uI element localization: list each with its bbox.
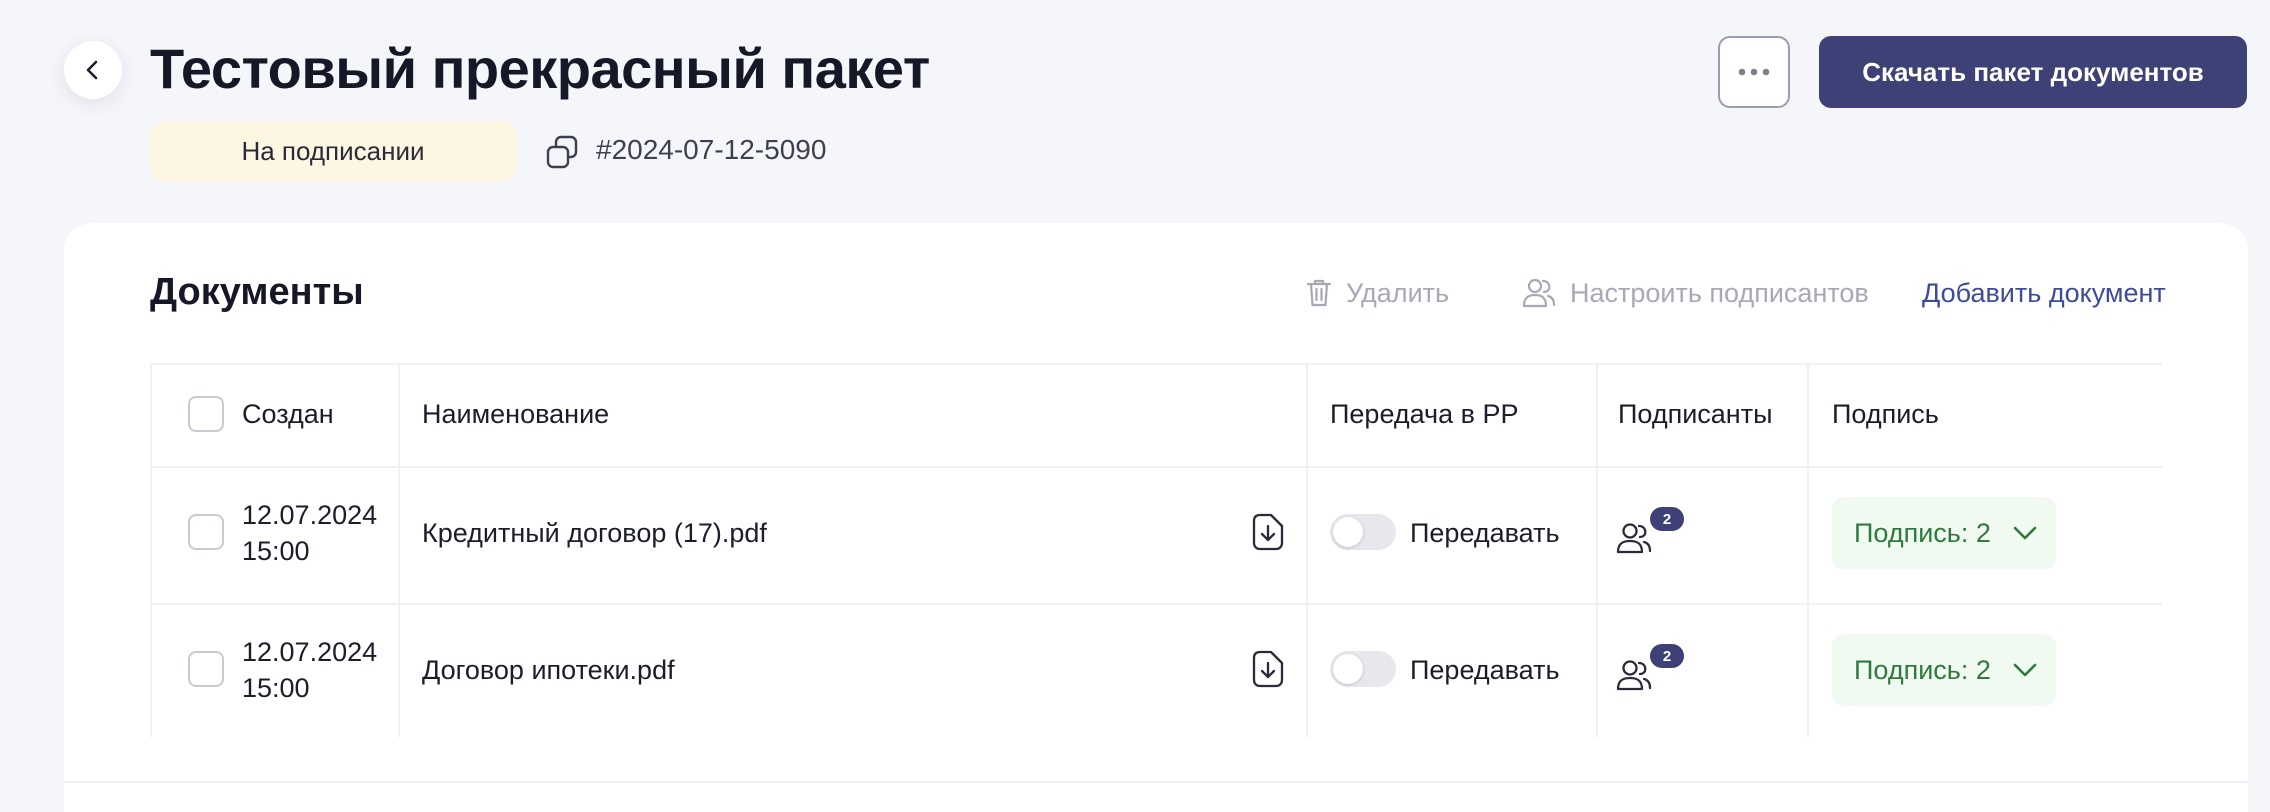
section-title: Документы bbox=[150, 271, 364, 313]
row-time: 15:00 bbox=[242, 536, 310, 566]
add-document-link[interactable]: Добавить документ bbox=[1922, 273, 2166, 313]
back-button[interactable] bbox=[64, 41, 122, 99]
copy-icon[interactable] bbox=[544, 134, 580, 170]
column-divider bbox=[1807, 363, 1809, 737]
column-divider bbox=[150, 363, 152, 737]
row-checkbox[interactable] bbox=[188, 514, 224, 550]
users-icon bbox=[1522, 278, 1556, 308]
row-checkbox[interactable] bbox=[188, 651, 224, 687]
transfer-toggle[interactable] bbox=[1330, 514, 1396, 550]
column-header-signers: Подписанты bbox=[1618, 399, 1773, 429]
row-date: 12.07.2024 bbox=[242, 637, 378, 667]
file-download-icon[interactable] bbox=[1252, 650, 1284, 688]
configure-signers-button[interactable]: Настроить подписантов bbox=[1522, 273, 1869, 313]
card-footer-divider bbox=[64, 781, 2248, 783]
file-download-icon[interactable] bbox=[1252, 513, 1284, 551]
more-button[interactable] bbox=[1718, 36, 1790, 108]
select-all-checkbox[interactable] bbox=[188, 396, 224, 432]
status-badge: На подписании bbox=[150, 121, 516, 181]
users-icon[interactable] bbox=[1616, 658, 1652, 692]
toggle-knob bbox=[1333, 654, 1363, 684]
column-header-name: Наименование bbox=[422, 399, 610, 429]
row-date: 12.07.2024 bbox=[242, 500, 378, 530]
more-horizontal-icon bbox=[1738, 68, 1770, 76]
trash-icon bbox=[1306, 279, 1332, 307]
signers-count-badge: 2 bbox=[1650, 507, 1684, 531]
signature-dropdown[interactable]: Подпись: 2 bbox=[1832, 634, 2056, 706]
table-divider bbox=[150, 466, 2162, 468]
column-divider bbox=[1306, 363, 1308, 737]
row-document-name[interactable]: Договор ипотеки.pdf bbox=[422, 655, 675, 686]
column-divider bbox=[1596, 363, 1598, 737]
signers-count-badge: 2 bbox=[1650, 644, 1684, 668]
column-header-transfer: Передача в РР bbox=[1330, 399, 1519, 429]
page: Тестовый прекрасный пакет На подписании … bbox=[0, 0, 2270, 812]
column-header-created: Создан bbox=[242, 399, 334, 429]
row-created: 12.07.2024 15:00 bbox=[242, 497, 377, 569]
signature-dropdown[interactable]: Подпись: 2 bbox=[1832, 497, 2056, 569]
toggle-knob bbox=[1333, 517, 1363, 547]
chevron-down-icon bbox=[2013, 663, 2037, 677]
table-divider bbox=[150, 363, 2162, 365]
page-title: Тестовый прекрасный пакет bbox=[150, 37, 930, 100]
chevron-left-icon bbox=[86, 60, 98, 80]
chevron-down-icon bbox=[2013, 526, 2037, 540]
documents-card: Документы Удалить Настроить подписантов … bbox=[64, 223, 2248, 812]
delete-button[interactable]: Удалить bbox=[1306, 273, 1449, 313]
row-created: 12.07.2024 15:00 bbox=[242, 634, 377, 706]
row-document-name[interactable]: Кредитный договор (17).pdf bbox=[422, 518, 767, 549]
column-header-signature: Подпись bbox=[1832, 399, 1939, 429]
transfer-label: Передавать bbox=[1410, 655, 1560, 685]
row-time: 15:00 bbox=[242, 673, 310, 703]
document-number: #2024-07-12-5090 bbox=[596, 134, 827, 165]
signature-label: Подпись: 2 bbox=[1854, 654, 1991, 685]
configure-signers-label: Настроить подписантов bbox=[1570, 277, 1869, 308]
column-divider bbox=[398, 363, 400, 737]
transfer-label: Передавать bbox=[1410, 518, 1560, 548]
users-icon[interactable] bbox=[1616, 521, 1652, 555]
signature-label: Подпись: 2 bbox=[1854, 517, 1991, 548]
table-divider bbox=[150, 603, 2162, 605]
delete-label: Удалить bbox=[1346, 277, 1450, 308]
documents-table: Создан Наименование Передача в РР Подпис… bbox=[150, 363, 2162, 737]
transfer-toggle[interactable] bbox=[1330, 651, 1396, 687]
download-package-button[interactable]: Скачать пакет документов bbox=[1819, 36, 2247, 108]
